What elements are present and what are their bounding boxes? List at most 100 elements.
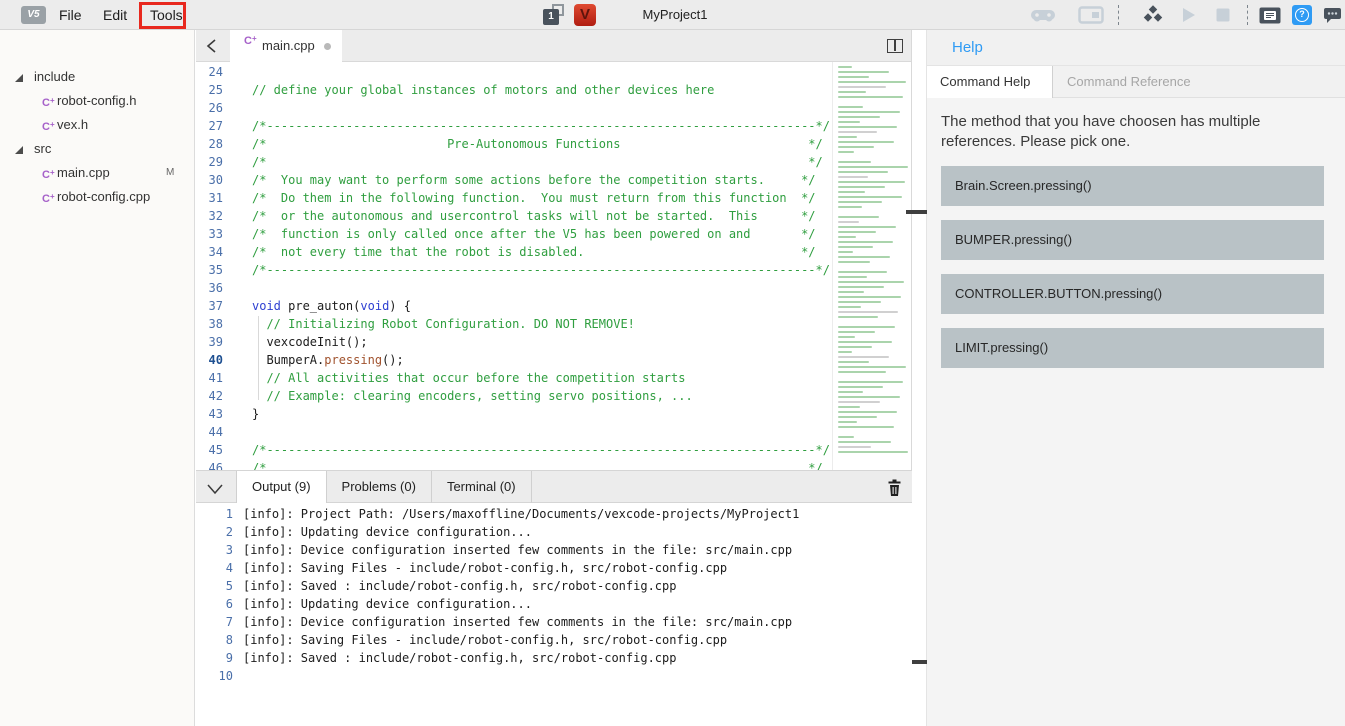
line-number: 35 — [196, 261, 223, 279]
code-line-32[interactable]: 32/* or the autonomous and usercontrol t… — [196, 207, 912, 225]
line-number: 41 — [196, 369, 223, 387]
help-icon[interactable]: ? — [1289, 0, 1315, 30]
minimap-line — [838, 91, 866, 93]
output-line-number: 5 — [196, 577, 233, 595]
slot-number: 1 — [543, 9, 559, 25]
tree-item-vex-h[interactable]: C+vex.h — [0, 113, 195, 137]
output-console[interactable]: 1[info]: Project Path: /Users/maxoffline… — [196, 503, 912, 726]
help-option-bumperpressing[interactable]: BUMPER.pressing() — [941, 220, 1324, 260]
code-line-26[interactable]: 26 — [196, 99, 912, 117]
editor-tab-main-cpp[interactable]: C+ main.cpp — [230, 30, 342, 62]
menu-file[interactable]: File — [55, 0, 86, 30]
line-number: 34 — [196, 243, 223, 261]
feedback-icon[interactable] — [1319, 0, 1345, 30]
output-tab-problems[interactable]: Problems (0) — [327, 471, 432, 503]
line-number: 31 — [196, 189, 223, 207]
output-line-text: [info]: Project Path: /Users/maxoffline/… — [243, 505, 799, 523]
minimap-line — [838, 281, 904, 283]
download-icon[interactable] — [1140, 0, 1166, 30]
panel-splitter[interactable] — [911, 30, 927, 726]
slot-icon[interactable]: 1 — [543, 4, 569, 27]
code-line-34[interactable]: 34/* not every time that the robot is di… — [196, 243, 912, 261]
minimap-line — [838, 291, 864, 293]
menu-edit[interactable]: Edit — [99, 0, 131, 30]
code-line-28[interactable]: 28/* Pre-Autonomous Functions */ — [196, 135, 912, 153]
code-line-30[interactable]: 30/* You may want to perform some action… — [196, 171, 912, 189]
code-line-39[interactable]: 39 vexcodeInit(); — [196, 333, 912, 351]
output-tabbar: Output (9)Problems (0)Terminal (0) — [196, 470, 912, 503]
output-tab-output[interactable]: Output (9) — [236, 471, 327, 503]
code-line-45[interactable]: 45/*------------------------------------… — [196, 441, 912, 459]
collapse-chevron-icon[interactable] — [206, 482, 224, 500]
code-line-35[interactable]: 35/*------------------------------------… — [196, 261, 912, 279]
code-line-46[interactable]: 46/* */ — [196, 459, 912, 470]
split-editor-icon[interactable] — [887, 39, 903, 53]
code-line-27[interactable]: 27/*------------------------------------… — [196, 117, 912, 135]
code-text: vexcodeInit(); — [252, 333, 368, 351]
code-line-36[interactable]: 36 — [196, 279, 912, 297]
minimap-line — [838, 296, 901, 298]
minimap-line — [838, 116, 880, 118]
minimap-line — [838, 96, 903, 98]
tree-item-include[interactable]: include — [0, 65, 195, 89]
editor-scrollbar-handle[interactable] — [906, 210, 927, 214]
minimap-line — [838, 346, 872, 348]
minimap-line — [838, 246, 873, 248]
code-line-29[interactable]: 29/* */ — [196, 153, 912, 171]
code-line-44[interactable]: 44 — [196, 423, 912, 441]
clear-output-trash-icon[interactable] — [887, 479, 902, 502]
minimap-line — [838, 221, 859, 223]
tab-command-reference[interactable]: Command Reference — [1067, 66, 1191, 98]
code-line-24[interactable]: 24 — [196, 63, 912, 81]
code-line-33[interactable]: 33/* function is only called once after … — [196, 225, 912, 243]
output-line-number: 7 — [196, 613, 233, 631]
help-option-controllerbuttonpressing[interactable]: CONTROLLER.BUTTON.pressing() — [941, 274, 1324, 314]
minimap-line — [838, 136, 857, 138]
minimap-line — [838, 111, 900, 113]
tab-command-help[interactable]: Command Help — [927, 66, 1053, 98]
help-option-brainscreenpressing[interactable]: Brain.Screen.pressing() — [941, 166, 1324, 206]
code-text: // Example: clearing encoders, setting s… — [252, 387, 693, 405]
tree-item-main-cpp[interactable]: C+main.cppM — [0, 161, 195, 185]
output-line-6: 6[info]: Updating device configuration..… — [196, 595, 912, 613]
brain-device-icon[interactable] — [1257, 0, 1283, 30]
code-line-40[interactable]: 40 BumperA.pressing(); — [196, 351, 912, 369]
help-title: Help — [952, 30, 983, 66]
output-line-number: 6 — [196, 595, 233, 613]
line-number: 37 — [196, 297, 223, 315]
tree-item-src[interactable]: src — [0, 137, 195, 161]
minimap-line — [838, 286, 884, 288]
menu-tools[interactable]: Tools — [146, 0, 187, 30]
back-chevron-icon[interactable] — [206, 38, 218, 59]
expand-triangle-icon[interactable] — [15, 74, 23, 82]
tree-item-robot-config-cpp[interactable]: C+robot-config.cpp — [0, 185, 195, 209]
minimap[interactable] — [832, 62, 911, 470]
output-line-text: [info]: Saving Files - include/robot-con… — [243, 559, 727, 577]
code-line-31[interactable]: 31/* Do them in the following function. … — [196, 189, 912, 207]
output-line-1: 1[info]: Project Path: /Users/maxoffline… — [196, 505, 912, 523]
code-line-42[interactable]: 42 // Example: clearing encoders, settin… — [196, 387, 912, 405]
minimap-line — [838, 216, 879, 218]
output-line-5: 5[info]: Saved : include/robot-config.h,… — [196, 577, 912, 595]
code-line-38[interactable]: 38 // Initializing Robot Configuration. … — [196, 315, 912, 333]
code-line-41[interactable]: 41 // All activities that occur before t… — [196, 369, 912, 387]
minimap-line — [838, 311, 898, 313]
help-header: Help — [927, 30, 1345, 66]
output-line-number: 9 — [196, 649, 233, 667]
line-number: 32 — [196, 207, 223, 225]
minimap-line — [838, 366, 906, 368]
code-line-25[interactable]: 25// define your global instances of mot… — [196, 81, 912, 99]
expand-triangle-icon[interactable] — [15, 146, 23, 154]
line-number: 30 — [196, 171, 223, 189]
vex-brain-status-icon[interactable]: V — [574, 4, 596, 26]
help-option-limitpressing[interactable]: LIMIT.pressing() — [941, 328, 1324, 368]
tree-item-robot-config-h[interactable]: C+robot-config.h — [0, 89, 195, 113]
code-line-43[interactable]: 43} — [196, 405, 912, 423]
minimap-line — [838, 81, 906, 83]
line-number: 46 — [196, 459, 223, 470]
code-line-37[interactable]: 37void pre_auton(void) { — [196, 297, 912, 315]
code-editor[interactable]: 2425// define your global instances of m… — [196, 62, 912, 470]
output-tab-terminal[interactable]: Terminal (0) — [432, 471, 532, 503]
minimap-line — [838, 126, 897, 128]
minimap-line — [838, 406, 860, 408]
